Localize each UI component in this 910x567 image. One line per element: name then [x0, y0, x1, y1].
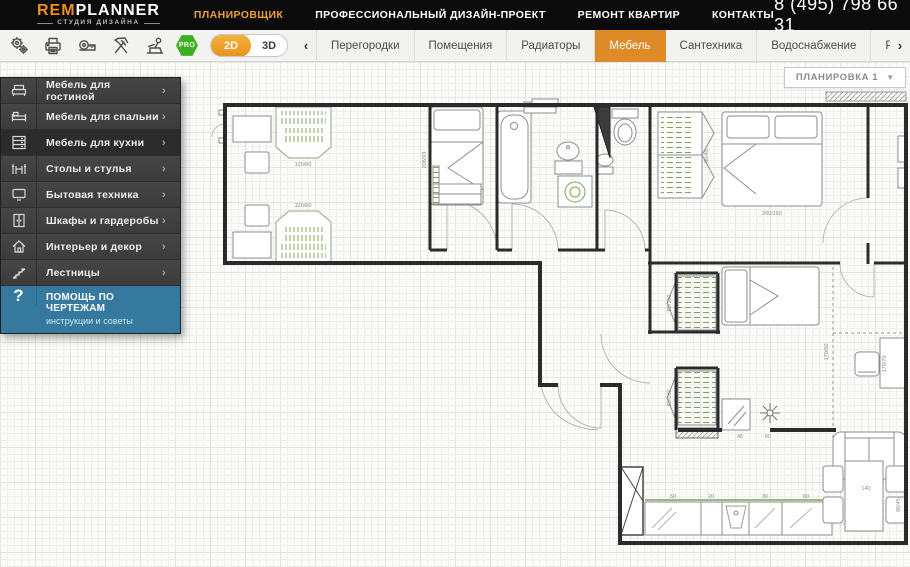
- sidebar-item-label: Бытовая техника: [37, 189, 162, 201]
- stairs-icon: [1, 260, 37, 285]
- sidebar-item-tables-chairs[interactable]: Столы и стулья: [1, 156, 180, 182]
- tools-icon[interactable]: [106, 33, 136, 59]
- nav-item-contacts[interactable]: КОНТАКТЫ: [712, 9, 774, 21]
- nav-item-renovation[interactable]: РЕМОНТ КВАРТИР: [578, 9, 680, 21]
- logo-subtitle: СТУДИЯ ДИЗАЙНА: [37, 20, 160, 27]
- svg-text:140: 140: [861, 486, 870, 492]
- appliance-icon: [1, 182, 37, 207]
- help-subtitle: инструкции и советы: [46, 316, 172, 326]
- chevron-right-icon: [162, 137, 180, 149]
- remplanner-app: { "header": { "logo": { "brand_left": "R…: [0, 0, 910, 567]
- svg-text:200/160: 200/160: [762, 211, 782, 217]
- sidebar-help-banner[interactable]: ? ПОМОЩЬ ПО ЧЕРТЕЖАМ инструкции и советы: [1, 286, 180, 333]
- tabs-scroll-left-icon[interactable]: ‹: [296, 30, 316, 62]
- bed-icon: [1, 104, 37, 129]
- svg-text:206/93: 206/93: [422, 152, 428, 169]
- help-title: ПОМОЩЬ ПО ЧЕРТЕЖАМ: [46, 292, 172, 314]
- toggle-2d-button[interactable]: 2D: [211, 34, 251, 57]
- tab-rooms[interactable]: Помещения: [415, 30, 508, 62]
- remplanner-logo[interactable]: REMPLANNER СТУДИЯ ДИЗАЙНА: [37, 3, 160, 27]
- svg-text:60: 60: [765, 434, 771, 440]
- toggle-3d-button[interactable]: 3D: [251, 40, 287, 52]
- svg-text:20: 20: [708, 494, 714, 500]
- phone-number: 8 (495) 798 66 31: [774, 0, 902, 36]
- chevron-down-icon: ▼: [886, 73, 894, 82]
- view-mode-toggle[interactable]: 2D 3D: [210, 34, 288, 57]
- tab-furniture[interactable]: Мебель: [595, 30, 665, 62]
- nav-item-design-project[interactable]: ПРОФЕССИОНАЛЬНЫЙ ДИЗАЙН-ПРОЕКТ: [315, 9, 545, 21]
- svg-text:170/50: 170/50: [824, 344, 830, 361]
- kitchen-cabinet-icon: [1, 130, 37, 155]
- svg-text:50: 50: [670, 494, 676, 500]
- top-header: REMPLANNER СТУДИЯ ДИЗАЙНА ПЛАНИРОВЩИК ПР…: [0, 0, 910, 30]
- print-icon[interactable]: [38, 33, 68, 59]
- svg-text:80/45: 80/45: [704, 149, 710, 163]
- tab-plumbing[interactable]: Сантехника: [666, 30, 758, 62]
- nav-item-planner[interactable]: ПЛАНИРОВЩИК: [194, 9, 283, 21]
- sidebar-item-label: Интерьер и декор: [37, 241, 162, 253]
- svg-text:60: 60: [803, 494, 809, 500]
- plan-selector-label: ПЛАНИРОВКА 1: [796, 72, 878, 83]
- sidebar-item-living-room-furniture[interactable]: Мебель для гостиной: [1, 78, 180, 104]
- svg-text:80/45: 80/45: [896, 498, 902, 512]
- sidebar-item-label: Лестницы: [37, 267, 162, 279]
- plan-selector-dropdown[interactable]: ПЛАНИРОВКА 1 ▼: [784, 67, 906, 88]
- sidebar-item-appliances[interactable]: Бытовая техника: [1, 182, 180, 208]
- svg-text:170/70: 170/70: [882, 356, 888, 373]
- svg-text:30: 30: [762, 494, 768, 500]
- plan-furniture: [219, 92, 906, 535]
- sidebar-item-label: Шкафы и гардеробы: [37, 215, 162, 227]
- sidebar-item-kitchen-furniture[interactable]: Мебель для кухни: [1, 130, 180, 156]
- sidebar-item-label: Мебель для спальни: [37, 111, 162, 123]
- pro-badge[interactable]: PRO: [176, 35, 198, 57]
- svg-text:60/180: 60/180: [667, 295, 673, 312]
- designer-icon[interactable]: [140, 33, 170, 59]
- tab-radiators[interactable]: Радиаторы: [507, 30, 595, 62]
- wardrobe-icon: [1, 208, 37, 233]
- chevron-right-icon: [162, 241, 180, 253]
- chevron-right-icon: [162, 215, 180, 227]
- chevron-right-icon: [162, 163, 180, 175]
- main-nav: ПЛАНИРОВЩИК ПРОФЕССИОНАЛЬНЫЙ ДИЗАЙН-ПРОЕ…: [194, 9, 774, 21]
- chevron-right-icon: [162, 85, 180, 97]
- sidebar-item-wardrobes[interactable]: Шкафы и гардеробы: [1, 208, 180, 234]
- question-icon: ?: [1, 286, 37, 306]
- svg-text:45: 45: [737, 434, 743, 440]
- logo-rem: REM: [37, 2, 76, 19]
- svg-text:120/60: 120/60: [295, 162, 312, 168]
- settings-gears-icon[interactable]: [4, 33, 34, 59]
- sidebar-item-label: Столы и стулья: [37, 163, 162, 175]
- sidebar-item-label: Мебель для кухни: [37, 137, 162, 149]
- furniture-sidebar: Мебель для гостиной Мебель для спальни М…: [0, 77, 181, 334]
- sidebar-item-label: Мебель для гостиной: [37, 79, 162, 103]
- tab-partitions[interactable]: Перегородки: [317, 30, 415, 62]
- table-chairs-icon: [1, 156, 37, 181]
- sidebar-item-bedroom-furniture[interactable]: Мебель для спальни: [1, 104, 180, 130]
- svg-text:60/180: 60/180: [667, 390, 673, 407]
- chevron-right-icon: [162, 267, 180, 279]
- sidebar-item-stairs[interactable]: Лестницы: [1, 260, 180, 286]
- measure-tape-icon[interactable]: [72, 33, 102, 59]
- sofa-icon: [1, 78, 37, 103]
- logo-planner: PLANNER: [76, 2, 160, 19]
- chevron-right-icon: [162, 111, 180, 123]
- svg-text:120/60: 120/60: [295, 203, 312, 209]
- chevron-right-icon: [162, 189, 180, 201]
- sidebar-item-interior-decor[interactable]: Интерьер и декор: [1, 234, 180, 260]
- home-decor-icon: [1, 234, 37, 259]
